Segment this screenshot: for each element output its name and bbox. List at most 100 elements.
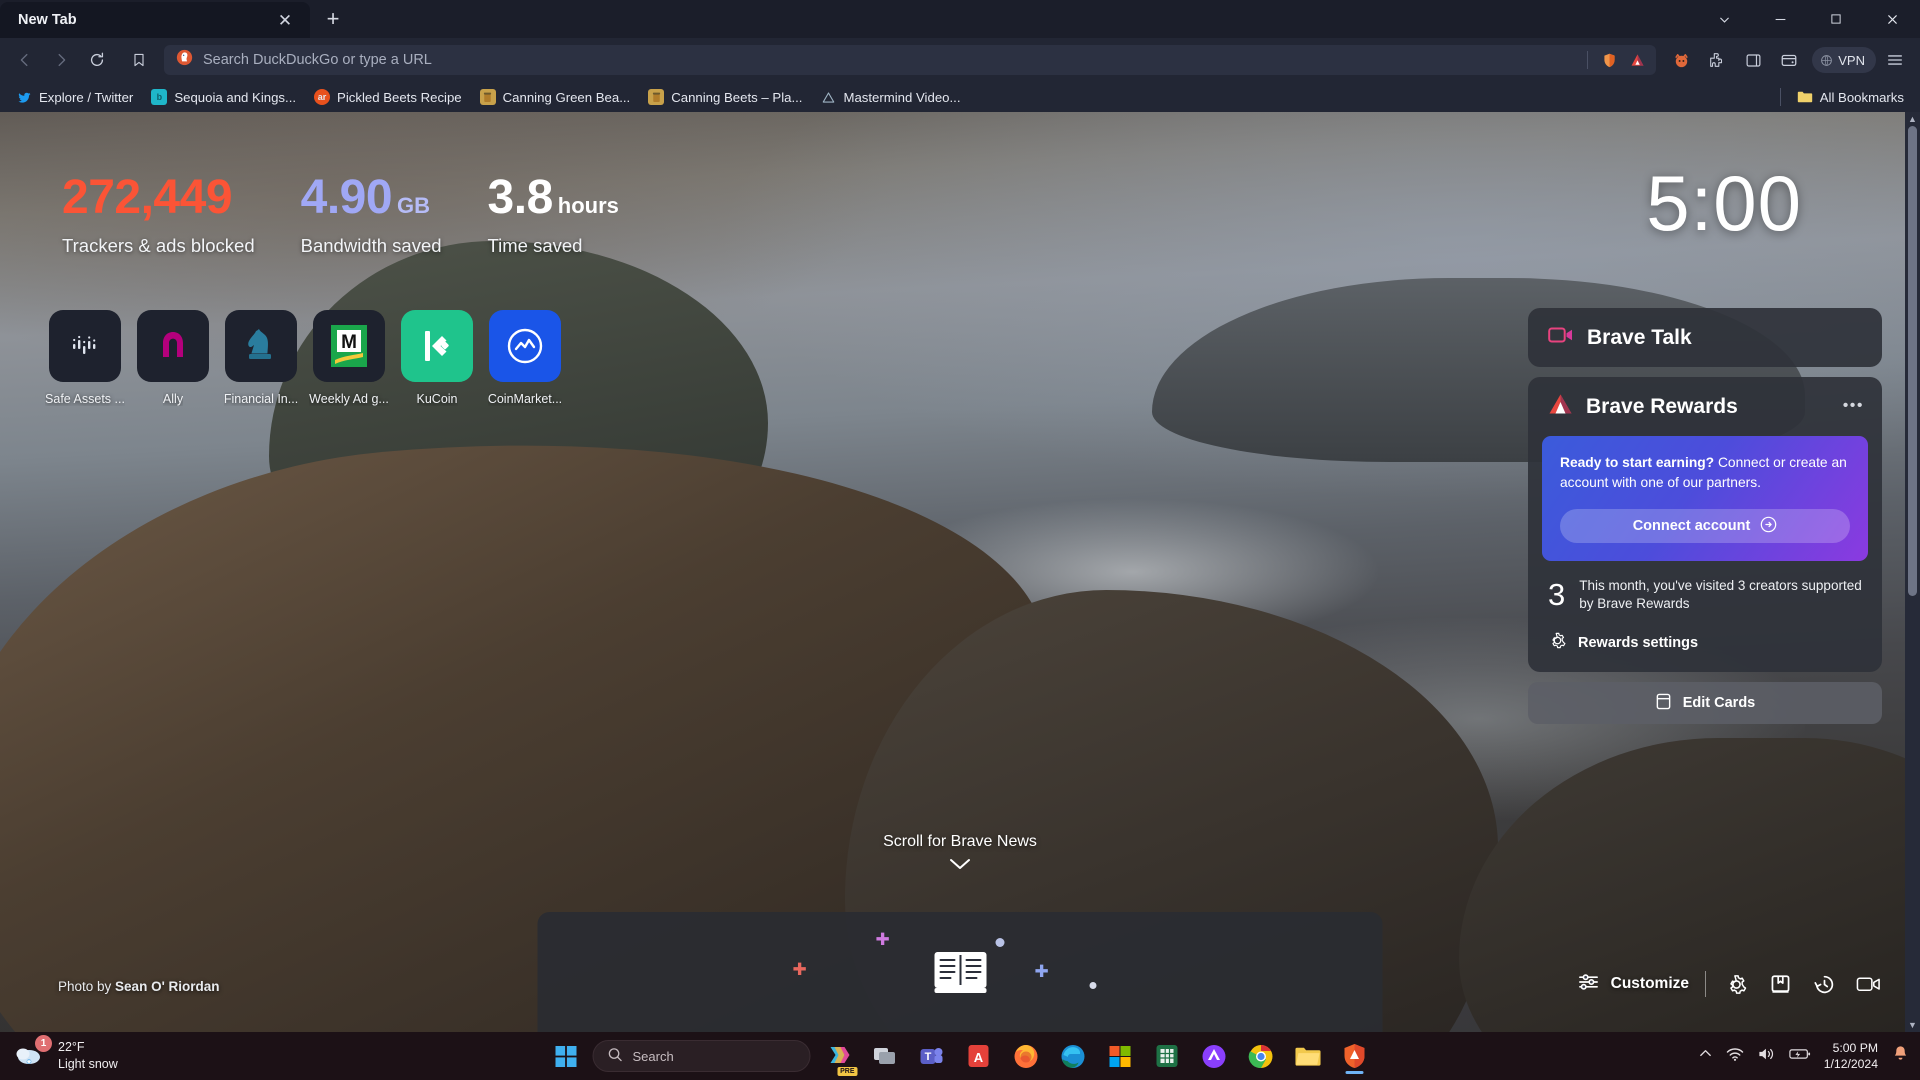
history-clock-icon[interactable] bbox=[1810, 970, 1838, 998]
reload-icon[interactable] bbox=[80, 43, 114, 77]
windows-start-icon[interactable] bbox=[546, 1036, 586, 1076]
browser-tab-new-tab[interactable]: New Tab ✕ bbox=[0, 2, 310, 38]
gear-icon[interactable] bbox=[1722, 970, 1750, 998]
microsoft-teams-icon[interactable]: T bbox=[912, 1036, 952, 1076]
rewards-settings-button[interactable]: Rewards settings bbox=[1528, 619, 1882, 672]
top-site-tile[interactable]: M Weekly Ad g... bbox=[310, 310, 388, 406]
sparkle-icon: ✚ bbox=[876, 930, 890, 950]
bookmark-label: Canning Beets – Pla... bbox=[671, 90, 802, 105]
brave-news-peek-card[interactable]: ✚ ✚ ✚ bbox=[538, 912, 1383, 1032]
bookmark-item[interactable]: Canning Beets – Pla... bbox=[640, 86, 810, 108]
close-icon[interactable]: ✕ bbox=[272, 7, 298, 33]
top-site-label: Safe Assets ... bbox=[45, 392, 125, 406]
file-explorer-icon[interactable] bbox=[1288, 1036, 1328, 1076]
stat-bandwidth-saved: 4.90GB Bandwidth saved bbox=[301, 174, 442, 257]
page-scrollbar[interactable]: ▲ ▼ bbox=[1905, 112, 1920, 1032]
brave-triangle-icon[interactable] bbox=[1624, 47, 1650, 73]
wifi-icon[interactable] bbox=[1726, 1046, 1744, 1067]
ally-icon bbox=[137, 310, 209, 382]
weather-badge: 1 bbox=[35, 1035, 52, 1052]
minimize-button[interactable] bbox=[1752, 0, 1808, 38]
bookmark-item[interactable]: b Sequoia and Kings... bbox=[143, 86, 304, 108]
top-site-tile[interactable]: Ally bbox=[134, 310, 212, 406]
top-site-tile[interactable]: KuCoin bbox=[398, 310, 476, 406]
extensions-puzzle-icon[interactable] bbox=[1700, 43, 1734, 77]
bookmark-item[interactable]: Explore / Twitter bbox=[8, 86, 141, 108]
edit-cards-button[interactable]: Edit Cards bbox=[1528, 682, 1882, 724]
chevron-down-icon[interactable] bbox=[1696, 0, 1752, 38]
stat-time-saved: 3.8hours Time saved bbox=[488, 174, 619, 257]
microsoft-copilot-icon[interactable]: PRE bbox=[818, 1036, 858, 1076]
top-site-tile[interactable]: Financial In... bbox=[222, 310, 300, 406]
bookmark-item[interactable]: Canning Green Bea... bbox=[472, 86, 639, 108]
top-site-tile[interactable]: CoinMarket... bbox=[486, 310, 564, 406]
scroll-for-news[interactable]: Scroll for Brave News bbox=[0, 833, 1920, 874]
back-arrow-icon[interactable] bbox=[8, 43, 42, 77]
taskbar-clock[interactable]: 5:00 PM 1/12/2024 bbox=[1824, 1040, 1878, 1073]
bookmark-label: Explore / Twitter bbox=[39, 90, 133, 105]
nps-icon: b bbox=[151, 89, 167, 105]
bookmark-icon[interactable] bbox=[122, 43, 156, 77]
connect-account-button[interactable]: Connect account bbox=[1560, 509, 1850, 543]
bookmark-label: Canning Green Bea... bbox=[503, 90, 631, 105]
microsoft-store-icon[interactable] bbox=[1100, 1036, 1140, 1076]
brave-nightly-icon[interactable] bbox=[1194, 1036, 1234, 1076]
customize-button[interactable]: Customize bbox=[1577, 972, 1689, 997]
task-view-icon[interactable] bbox=[865, 1036, 905, 1076]
leo-ai-icon[interactable] bbox=[1664, 43, 1698, 77]
address-bar[interactable]: Search DuckDuckGo or type a URL bbox=[164, 45, 1656, 75]
all-bookmarks-label: All Bookmarks bbox=[1820, 90, 1904, 105]
taskbar-search-box[interactable]: Search bbox=[593, 1040, 811, 1072]
triangle-icon bbox=[820, 89, 836, 105]
creators-count: 3 bbox=[1548, 579, 1565, 610]
windows-taskbar: 1 22°F Light snow Search PRE bbox=[0, 1032, 1920, 1080]
brave-rewards-card: Brave Rewards ••• Ready to start earning… bbox=[1528, 377, 1882, 672]
bookmark-item[interactable]: Mastermind Video... bbox=[812, 86, 968, 108]
weather-text: 22°F Light snow bbox=[58, 1039, 118, 1073]
excel-icon[interactable] bbox=[1147, 1036, 1187, 1076]
show-hidden-icons-chevron[interactable] bbox=[1698, 1046, 1713, 1066]
scrollbar-thumb[interactable] bbox=[1908, 126, 1917, 596]
vpn-button[interactable]: VPN bbox=[1812, 47, 1876, 73]
new-tab-page: 272,449 Trackers & ads blocked 4.90GB Ba… bbox=[0, 112, 1920, 1032]
brave-talk-card[interactable]: Brave Talk bbox=[1528, 308, 1882, 367]
scroll-down-arrow[interactable]: ▼ bbox=[1905, 1018, 1920, 1032]
bell-icon[interactable] bbox=[1891, 1044, 1910, 1068]
more-dots-icon[interactable]: ••• bbox=[1843, 397, 1864, 415]
bookmarks-book-icon[interactable] bbox=[1766, 970, 1794, 998]
microsoft-edge-icon[interactable] bbox=[1053, 1036, 1093, 1076]
svg-text:A: A bbox=[974, 1050, 984, 1065]
brave-browser-window: New Tab ✕ + bbox=[0, 0, 1920, 1080]
volume-icon[interactable] bbox=[1757, 1046, 1776, 1067]
sidebar-panel-icon[interactable] bbox=[1736, 43, 1770, 77]
brave-wallet-icon[interactable] bbox=[1772, 43, 1806, 77]
chevron-down-icon[interactable] bbox=[0, 857, 1920, 874]
sliders-icon bbox=[1577, 972, 1600, 997]
divider bbox=[1587, 51, 1588, 69]
photo-credit: Photo by Sean O' Riordan bbox=[58, 979, 220, 994]
google-chrome-icon[interactable] bbox=[1241, 1036, 1281, 1076]
top-site-tile[interactable]: Safe Assets ... bbox=[46, 310, 124, 406]
window-close-button[interactable] bbox=[1864, 0, 1920, 38]
promo-headline: Ready to start earning? bbox=[1560, 455, 1714, 470]
window-controls bbox=[1696, 0, 1920, 38]
scroll-up-arrow[interactable]: ▲ bbox=[1905, 112, 1920, 126]
brave-browser-icon[interactable] bbox=[1335, 1036, 1375, 1076]
taskbar-weather-widget[interactable]: 1 22°F Light snow bbox=[0, 1039, 300, 1073]
battery-charging-icon[interactable] bbox=[1789, 1047, 1811, 1066]
acrobat-reader-icon[interactable]: A bbox=[959, 1036, 999, 1076]
maximize-button[interactable] bbox=[1808, 0, 1864, 38]
forward-arrow-icon[interactable] bbox=[44, 43, 78, 77]
stat-unit: GB bbox=[397, 193, 430, 218]
plus-icon[interactable]: + bbox=[316, 2, 350, 36]
brave-triangle-icon bbox=[1548, 393, 1573, 420]
brave-talk-camera-icon[interactable] bbox=[1854, 970, 1882, 998]
svg-text:T: T bbox=[925, 1051, 932, 1063]
folder-icon bbox=[1797, 89, 1813, 105]
brave-shields-icon[interactable] bbox=[1596, 47, 1622, 73]
firefox-icon[interactable] bbox=[1006, 1036, 1046, 1076]
hamburger-menu-icon[interactable] bbox=[1878, 43, 1912, 77]
all-bookmarks-button[interactable]: All Bookmarks bbox=[1789, 86, 1912, 108]
stat-trackers-blocked: 272,449 Trackers & ads blocked bbox=[62, 174, 255, 257]
bookmark-item[interactable]: ar Pickled Beets Recipe bbox=[306, 86, 470, 108]
